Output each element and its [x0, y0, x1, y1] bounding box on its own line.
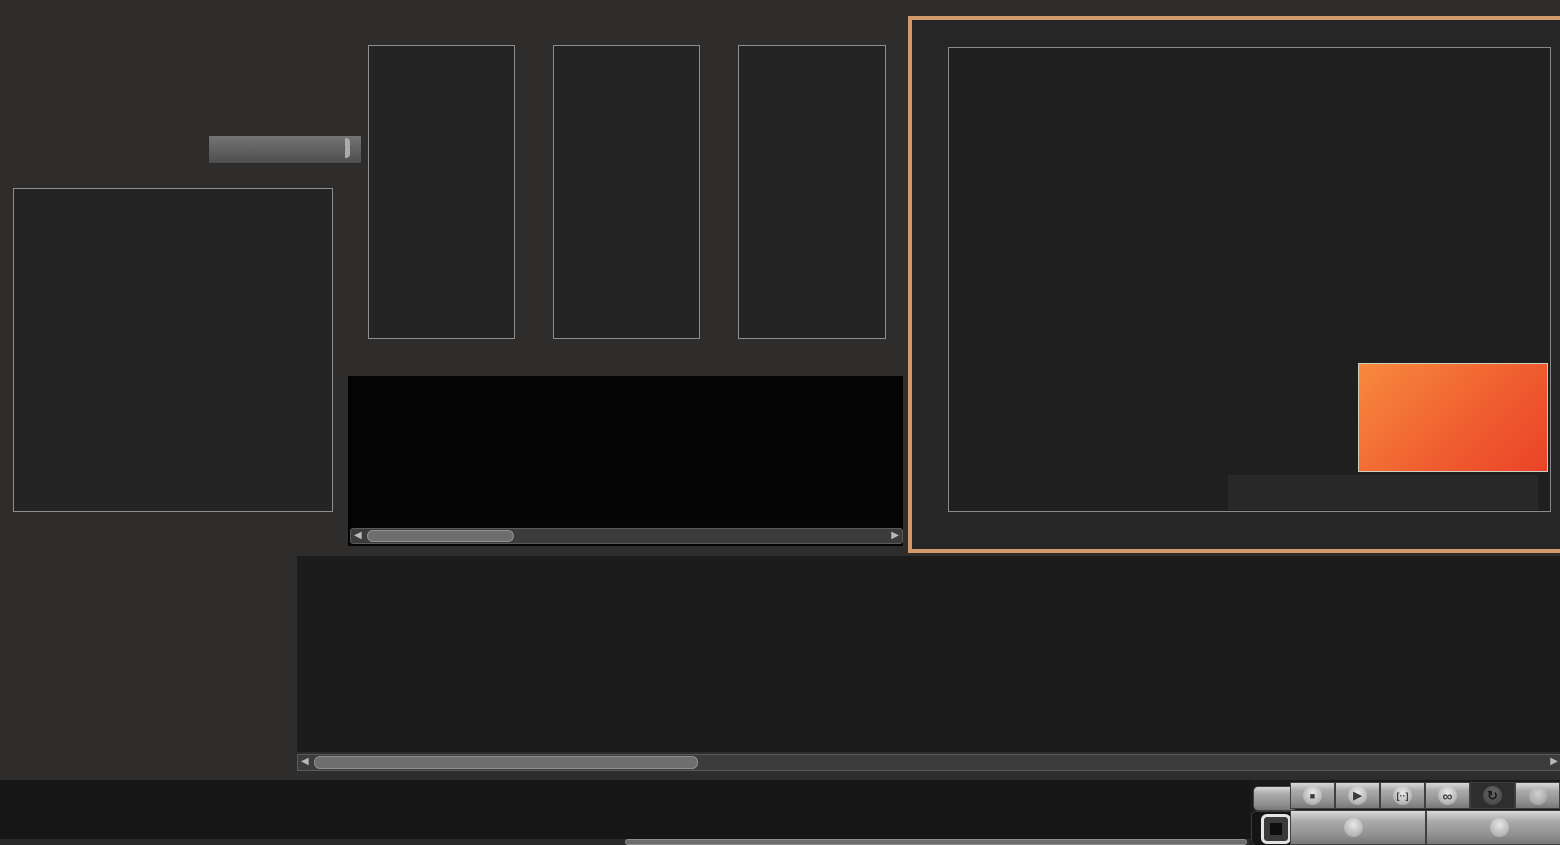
- refresh-button[interactable]: ↻: [1470, 782, 1515, 809]
- table-scrollbar[interactable]: ◀ ▶: [297, 754, 1560, 771]
- table-scroll-right-icon[interactable]: ▶: [1550, 756, 1558, 768]
- blank-circle-icon: [1528, 786, 1547, 805]
- delta-c-plot: [553, 45, 700, 339]
- table-scroll-left-icon[interactable]: ◀: [301, 756, 309, 768]
- transport-row: ■ ▶ [··] ∞ ↻: [1290, 782, 1560, 809]
- panel-handle[interactable]: [345, 138, 350, 158]
- rgb-triplet: [1228, 475, 1538, 510]
- colorchecker-page: ▼ ◀ ▶ ◀: [0, 0, 1560, 845]
- step-button[interactable]: [··]: [1380, 782, 1425, 809]
- tabs-scroll-thumb[interactable]: [625, 839, 1247, 845]
- loop-button[interactable]: ∞: [1425, 782, 1470, 809]
- bottom-bar: ■ ▶ [··] ∞ ↻: [0, 780, 1560, 845]
- back-button[interactable]: [1290, 810, 1426, 845]
- next-button[interactable]: [1426, 810, 1560, 845]
- cie-zoom-inset: [1358, 363, 1548, 472]
- swatch-scrollbar[interactable]: ◀ ▶: [350, 528, 903, 544]
- delta-l-plot: [368, 45, 515, 339]
- table-scroll-thumb[interactable]: [314, 756, 698, 769]
- swatch-scroll-thumb[interactable]: [367, 530, 514, 542]
- tabs-scrollbar[interactable]: [0, 839, 1250, 845]
- de-formula-select[interactable]: ▼: [208, 135, 362, 164]
- refresh-icon: ↻: [1483, 786, 1502, 805]
- swatch-strip-panel: ◀ ▶: [348, 376, 903, 546]
- results-table-wrap: [297, 556, 1560, 752]
- patch-tabs: [0, 780, 1250, 845]
- deltae-plot: [13, 188, 333, 512]
- swatch-strip: [348, 376, 903, 546]
- stop-icon: ■: [1303, 786, 1322, 805]
- play-button[interactable]: ▶: [1335, 782, 1380, 809]
- next-chevrons-icon: [1489, 818, 1509, 837]
- stop-button[interactable]: ■: [1290, 782, 1335, 809]
- scroll-left-icon[interactable]: ◀: [354, 530, 362, 542]
- deltae-x-axis: [13, 512, 331, 528]
- step-icon: [··]: [1393, 786, 1412, 805]
- scroll-right-icon[interactable]: ▶: [891, 530, 899, 542]
- nav-cluster: ■ ▶ [··] ∞ ↻: [1250, 780, 1560, 845]
- play-icon: ▶: [1348, 786, 1367, 805]
- extra-button[interactable]: [1515, 782, 1560, 809]
- delta-h-plot: [738, 45, 886, 339]
- pattern-window-icon: [1261, 813, 1291, 844]
- infinity-icon: ∞: [1438, 786, 1457, 805]
- back-chevrons-icon: [1343, 818, 1363, 837]
